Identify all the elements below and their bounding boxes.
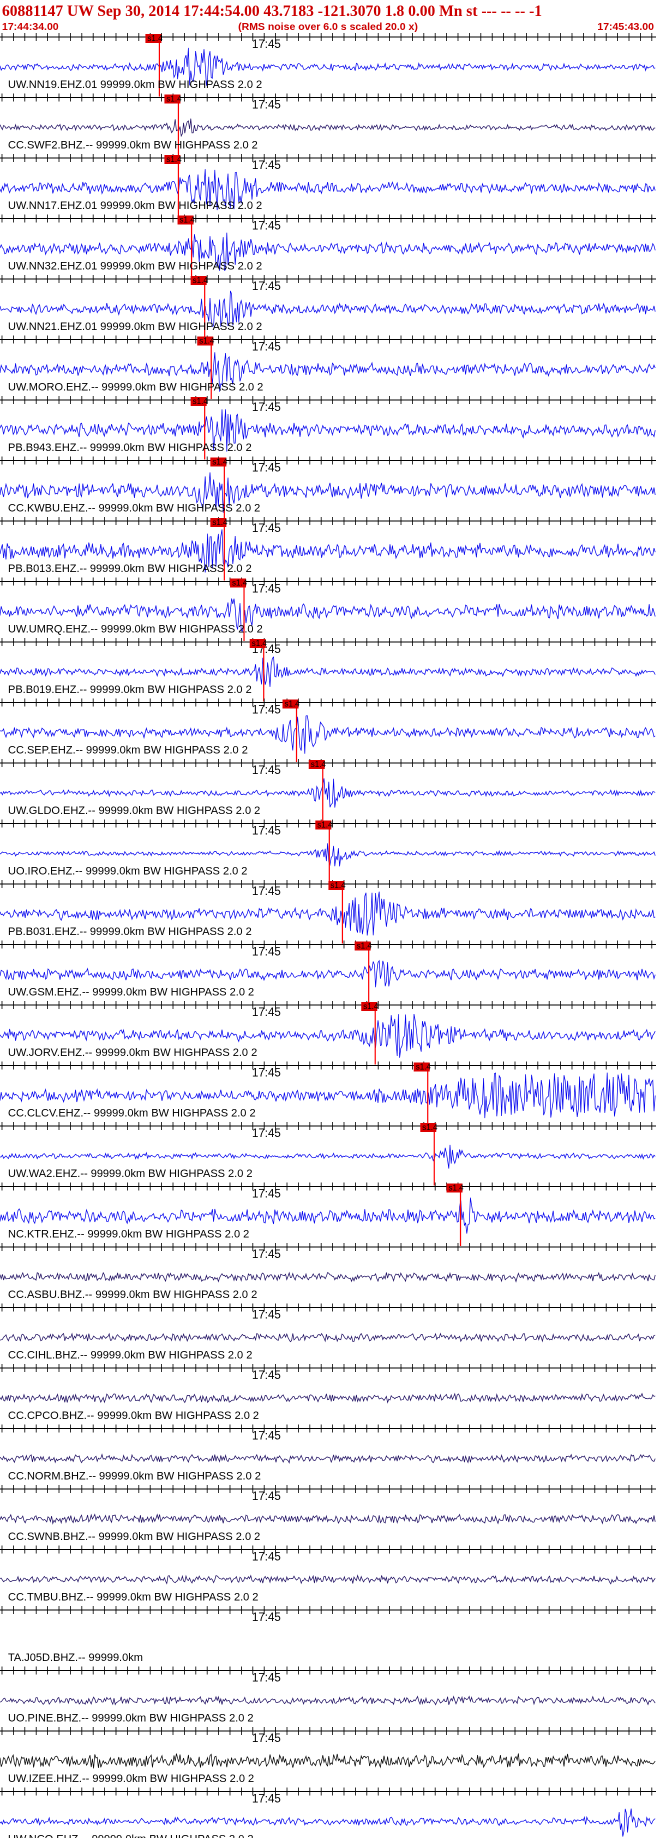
station-label: CC.CLCV.EHZ.-- 99999.0km BW HIGHPASS 2.0… [8,1108,256,1120]
time-label: 17:45 [252,100,281,112]
time-label: 17:45 [252,1249,281,1261]
station-label: UW.GSM.EHZ.-- 99999.0km BW HIGHPASS 2.0 … [8,987,254,999]
pick-label: s1.4 [166,95,182,104]
station-label: UW.NN21.EHZ.01 99999.0km BW HIGHPASS 2.0… [8,321,262,333]
pick-label: s1.4 [285,700,301,709]
station-label: CC.SWF2.BHZ.-- 99999.0km BW HIGHPASS 2.0… [8,140,258,152]
pick-label: s1.4 [212,518,228,527]
station-label: UW.IZEE.HHZ.-- 99999.0km BW HIGHPASS 2.0… [8,1773,254,1785]
end-time: 17:45:43.00 [597,21,654,33]
time-label: 17:45 [252,1128,281,1140]
time-label: 17:45 [252,1189,281,1201]
station-label: CC.CIHL.BHZ.-- 99999.0km BW HIGHPASS 2.0… [8,1350,252,1362]
pick-label: s1.4 [363,1002,379,1011]
station-label: PB.B943.EHZ.-- 99999.0km BW HIGHPASS 2.0… [8,442,252,454]
station-label: CC.TMBU.BHZ.-- 99999.0km BW HIGHPASS 2.0… [8,1592,258,1604]
station-label: UW.NN32.EHZ.01 99999.0km BW HIGHPASS 2.0… [8,261,262,273]
pick-label: s1.4 [180,216,196,225]
time-label: 17:45 [252,1552,281,1564]
time-label: 17:45 [252,221,281,233]
time-label: 17:45 [252,402,281,414]
plot-title: 60881147 UW Sep 30, 2014 17:44:54.00 43.… [2,3,542,20]
pick-label: s1.4 [317,821,333,830]
time-label: 17:45 [252,463,281,475]
time-label: 17:45 [252,1310,281,1322]
time-label: 17:45 [252,1794,281,1806]
time-label: 17:45 [252,584,281,596]
time-label: 17:45 [252,886,281,898]
station-label: UW.JORV.EHZ.-- 99999.0km BW HIGHPASS 2.0… [8,1047,257,1059]
pick-label: s1.4 [252,639,268,648]
time-label: 17:45 [252,1007,281,1019]
pick-label: s1.4 [449,1184,465,1193]
station-label: UO.IRO.EHZ.-- 99999.0km BW HIGHPASS 2.0 … [8,866,247,878]
station-label: UO.PINE.BHZ.-- 99999.0km BW HIGHPASS 2.0… [8,1713,254,1725]
pick-label: s1.4 [166,155,182,164]
time-label: 17:45 [252,1370,281,1382]
pick-label: s1.4 [193,276,209,285]
time-label: 17:45 [252,523,281,535]
station-label: PB.B019.EHZ.-- 99999.0km BW HIGHPASS 2.0… [8,684,252,696]
pick-label: s1.4 [212,458,228,467]
time-label: 17:45 [252,160,281,172]
pick-label: s1.4 [422,1123,438,1132]
time-label: 17:45 [252,1068,281,1080]
plot-subtitle: (RMS noise over 6.0 s scaled 20.0 x) [238,21,418,33]
time-label: 17:45 [252,39,281,51]
seismogram-plot: 60881147 UW Sep 30, 2014 17:44:54.00 43.… [0,0,656,1838]
pick-label: s1.4 [232,579,248,588]
time-label: 17:45 [252,947,281,959]
pick-label: s1.4 [357,942,373,951]
station-label: CC.KWBU.EHZ.-- 99999.0km BW HIGHPASS 2.0… [8,503,260,515]
station-label: UW.GLDO.EHZ.-- 99999.0km BW HIGHPASS 2.0… [8,805,260,817]
station-label: CC.NORM.BHZ.-- 99999.0km BW HIGHPASS 2.0… [8,1471,261,1483]
time-label: 17:45 [252,1673,281,1685]
time-label: 17:45 [252,826,281,838]
start-time: 17:44:34.00 [2,21,59,33]
station-label: UW.NN19.EHZ.01 99999.0km BW HIGHPASS 2.0… [8,79,262,91]
time-label: 17:45 [252,705,281,717]
station-label: UW.WA2.EHZ.-- 99999.0km BW HIGHPASS 2.0 … [8,1168,253,1180]
time-label: 17:45 [252,765,281,777]
station-label: CC.SWNB.BHZ.-- 99999.0km BW HIGHPASS 2.0… [8,1531,260,1543]
station-label: CC.ASBU.BHZ.-- 99999.0km BW HIGHPASS 2.0… [8,1289,257,1301]
station-label: PB.B031.EHZ.-- 99999.0km BW HIGHPASS 2.0… [8,926,252,938]
time-label: 17:45 [252,281,281,293]
station-label: UW.MORO.EHZ.-- 99999.0km BW HIGHPASS 2.0… [8,382,263,394]
time-label: 17:45 [252,1733,281,1745]
station-label: UW.NCO.EHZ.-- 99999.0km BW HIGHPASS 2.0 … [8,1834,254,1838]
time-label: 17:45 [252,1612,281,1624]
station-label: NC.KTR.EHZ.-- 99999.0km BW HIGHPASS 2.0 … [8,1229,249,1241]
time-label: 17:45 [252,342,281,354]
station-label: PB.B013.EHZ.-- 99999.0km BW HIGHPASS 2.0… [8,563,252,575]
time-label: 17:45 [252,1491,281,1503]
pick-label: s1.4 [330,881,346,890]
time-label: 17:45 [252,1431,281,1443]
station-label: TA.J05D.BHZ.-- 99999.0km [8,1652,143,1664]
station-label: UW.UMRQ.EHZ.-- 99999.0km BW HIGHPASS 2.0… [8,624,263,636]
pick-label: s1.4 [311,760,327,769]
station-label: UW.NN17.EHZ.01 99999.0km BW HIGHPASS 2.0… [8,200,262,212]
station-label: CC.CPCO.BHZ.-- 99999.0km BW HIGHPASS 2.0… [8,1410,259,1422]
pick-label: s1.4 [416,1063,432,1072]
pick-label: s1.4 [199,337,215,346]
pick-label: s1.4 [147,34,163,43]
station-label: CC.SEP.EHZ.-- 99999.0km BW HIGHPASS 2.0 … [8,745,248,757]
pick-label: s1.4 [193,397,209,406]
